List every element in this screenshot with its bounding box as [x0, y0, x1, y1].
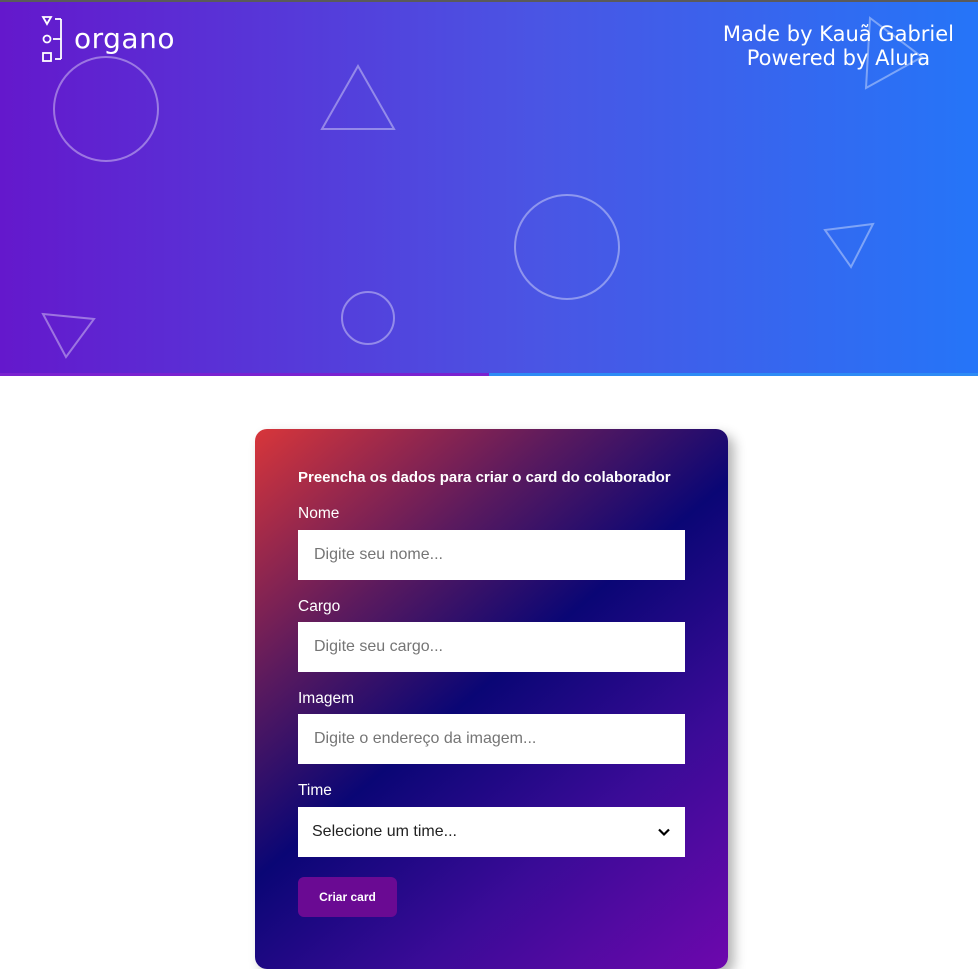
triangle-shape: [823, 222, 875, 269]
circle-shape: [341, 291, 395, 345]
nome-label: Nome: [298, 505, 340, 522]
triangle-shape: [41, 312, 96, 359]
circle-shape: [53, 56, 159, 162]
logo-text: organo: [74, 21, 175, 55]
credits: Made by Kauã Gabriel Powered by Alura: [723, 22, 954, 70]
imagem-input[interactable]: [298, 714, 685, 764]
nome-input[interactable]: [298, 530, 685, 580]
cargo-input[interactable]: [298, 622, 685, 672]
collaborator-form-card: Preencha os dados para criar o card do c…: [255, 429, 728, 969]
form-title: Preencha os dados para criar o card do c…: [298, 469, 671, 486]
credit-author: Made by Kauã Gabriel: [722, 22, 954, 46]
imagem-label: Imagem: [298, 690, 354, 707]
chevron-down-icon: [658, 828, 670, 837]
criar-card-button[interactable]: Criar card: [298, 877, 397, 917]
circle-shape: [514, 194, 620, 300]
time-select-value: Selecione um time...: [312, 823, 457, 840]
time-label: Time: [298, 782, 332, 799]
logo-icon: [41, 16, 62, 62]
cargo-label: Cargo: [298, 598, 341, 615]
banner-bottom-stripe: [0, 373, 978, 376]
hero-banner: organo Made by Kauã Gabriel Powered by A…: [0, 2, 978, 373]
organo-logo: organo: [40, 15, 175, 65]
credit-powered-by: Powered by Alura: [746, 46, 931, 70]
triangle-shape: [320, 63, 396, 130]
time-select[interactable]: Selecione um time...: [298, 807, 685, 857]
